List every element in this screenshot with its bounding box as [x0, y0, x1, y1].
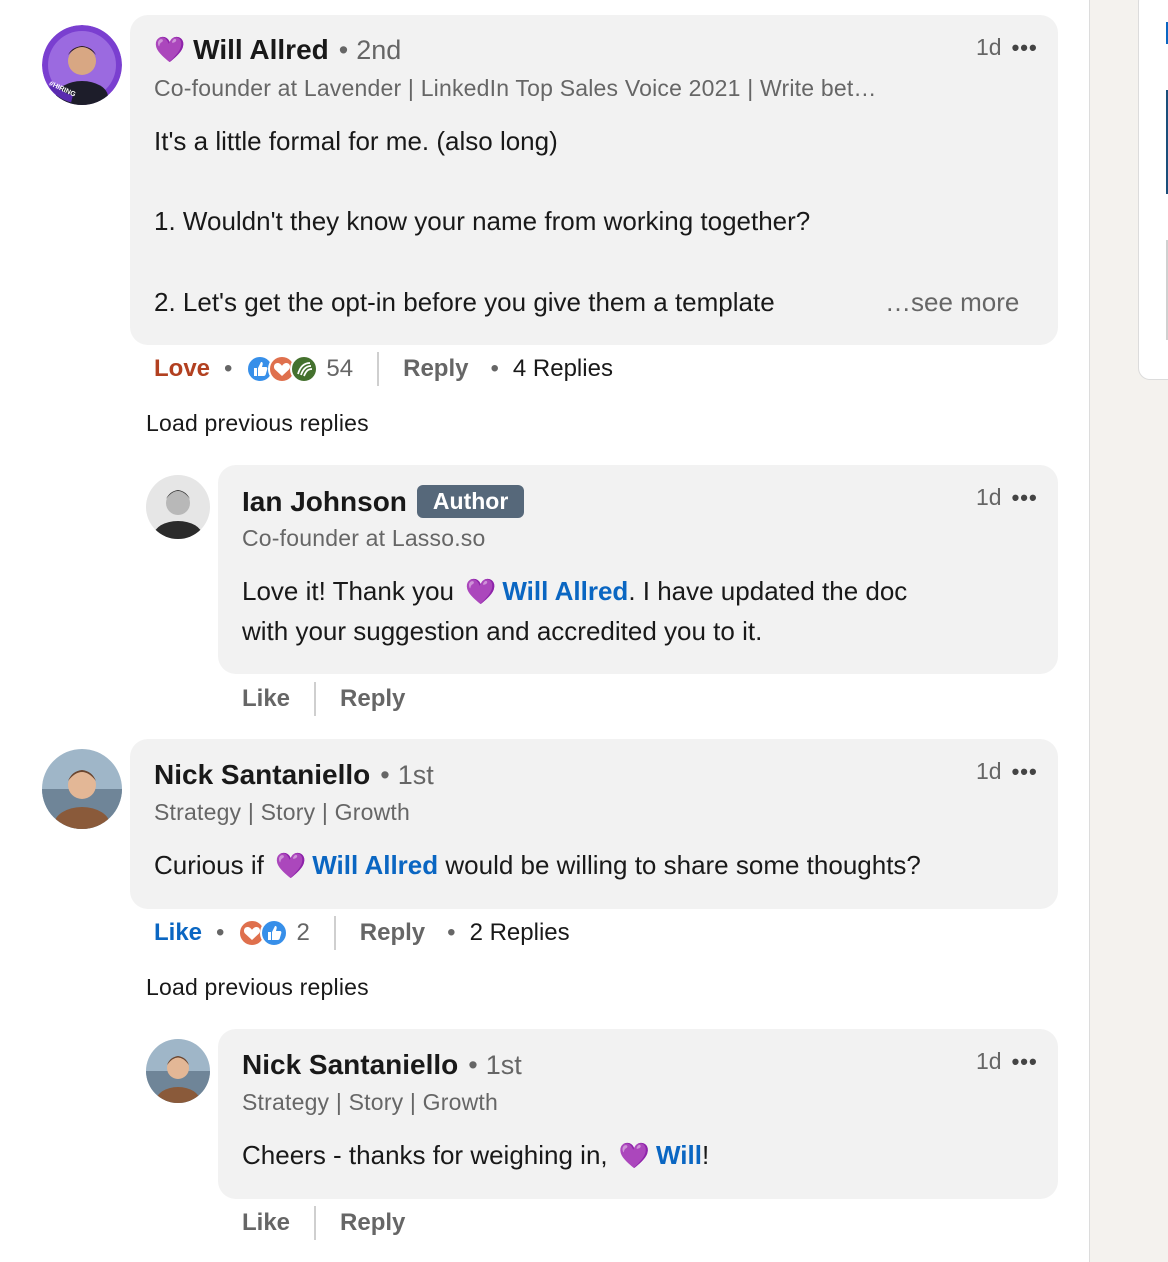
separator-dot: • — [490, 355, 499, 382]
author-badge: Author — [416, 485, 525, 518]
reply-text-rest: ! — [701, 1140, 710, 1170]
replies-count[interactable]: 4 Replies — [513, 355, 613, 383]
reply-text-start: Cheers - thanks for weighing in, — [242, 1140, 608, 1170]
author-name[interactable]: Will Allred — [193, 34, 329, 66]
comment-actions: Love • 54 Reply • 4 Replies — [154, 349, 613, 389]
like-button[interactable]: Like — [242, 685, 290, 713]
reaction-count[interactable]: 2 — [296, 919, 309, 947]
author-headline: Strategy | Story | Growth — [242, 1089, 498, 1115]
reply-text: Cheers - thanks for weighing in, 💜 Will! — [242, 1135, 709, 1176]
love-reaction-button[interactable]: Love — [154, 355, 210, 383]
connection-degree: • 1st — [380, 760, 433, 791]
mention-link[interactable]: Will — [656, 1140, 702, 1170]
mention-link[interactable]: Will Allred — [502, 576, 628, 606]
separator-dot: • — [224, 355, 233, 382]
reply-text-rest: . I have updated the doc — [628, 576, 908, 606]
comment-text-start: Curious if — [154, 850, 264, 880]
comment-author-line: Nick Santaniello • 1st — [154, 759, 434, 791]
load-previous-replies-button[interactable]: Load previous replies — [146, 410, 369, 437]
degree-dot: • — [338, 34, 349, 65]
reply-actions: Like Reply — [242, 679, 405, 719]
comment-time: 1d — [976, 34, 1002, 60]
more-options-icon[interactable]: ••• — [1012, 759, 1038, 785]
reaction-icons[interactable] — [238, 919, 289, 947]
author-headline: Strategy | Story | Growth — [154, 799, 410, 825]
reply-button[interactable]: Reply — [340, 1209, 405, 1237]
action-divider — [333, 916, 336, 950]
reaction-icons[interactable] — [246, 355, 319, 383]
purple-heart-icon: 💜 — [465, 578, 497, 606]
action-divider — [377, 352, 380, 386]
comments-panel: #HIRING 💜 Will Allred • 2nd 1d ••• Co-fou… — [0, 0, 1090, 1262]
purple-heart-icon: 💜 — [618, 1142, 650, 1170]
reply-author-line: Nick Santaniello • 1st — [242, 1049, 522, 1081]
action-divider — [314, 1206, 317, 1240]
comment-text-line-1: It's a little formal for me. (also long) — [154, 126, 558, 156]
comment-time: 1d — [976, 1048, 1002, 1074]
replies-count[interactable]: 2 Replies — [470, 919, 570, 947]
like-reaction-icon — [260, 919, 289, 947]
comment-meta: 1d ••• — [976, 34, 1038, 61]
separator-dot: • — [447, 919, 456, 946]
reply-text-line-2: with your suggestion and accredited you … — [242, 616, 763, 646]
degree-label: 1st — [397, 759, 434, 790]
like-button[interactable]: Like — [154, 919, 202, 947]
reply-button[interactable]: Reply — [340, 685, 405, 713]
separator-dot: • — [216, 919, 225, 946]
action-divider — [314, 682, 317, 716]
degree-dot: • — [468, 1049, 478, 1080]
comment-time: 1d — [976, 758, 1002, 784]
comment-text-line-3: 2. Let's get the opt-in before you give … — [154, 287, 775, 317]
author-name[interactable]: Ian Johnson — [242, 486, 407, 518]
comment-author-line: 💜 Will Allred • 2nd — [154, 34, 401, 66]
author-name[interactable]: Nick Santaniello — [242, 1049, 458, 1081]
purple-heart-icon: 💜 — [154, 35, 186, 64]
reaction-count[interactable]: 54 — [326, 355, 353, 383]
avatar-ian-johnson[interactable] — [146, 475, 210, 539]
degree-label: 1st — [485, 1049, 522, 1080]
connection-degree: • 1st — [468, 1050, 521, 1081]
comment-text: Curious if 💜 Will Allred would be willing… — [154, 845, 921, 886]
reply-author-line: Ian Johnson Author — [242, 485, 525, 518]
avatar-nick-santaniello[interactable] — [42, 749, 122, 829]
comment-text-rest: would be willing to share some thoughts? — [445, 850, 921, 880]
reply-button[interactable]: Reply — [403, 355, 468, 383]
more-options-icon[interactable]: ••• — [1012, 35, 1038, 61]
load-previous-replies-button[interactable]: Load previous replies — [146, 974, 369, 1001]
reply-meta: 1d ••• — [976, 484, 1038, 511]
degree-dot: • — [380, 759, 390, 790]
reply-text: Love it! Thank you — [242, 576, 454, 606]
avatar-will-allred[interactable] — [42, 25, 122, 105]
connection-degree: • 2nd — [339, 35, 402, 66]
reply-text-line-1: Love it! Thank you 💜 Will Allred. I have … — [242, 571, 907, 612]
comment-actions: Like • 2 Reply • 2 Replies — [154, 913, 570, 953]
author-name[interactable]: Nick Santaniello — [154, 759, 370, 791]
like-button[interactable]: Like — [242, 1209, 290, 1237]
support-reaction-icon — [290, 355, 319, 383]
author-headline: Co-founder at Lasso.so — [242, 525, 486, 551]
reply-button[interactable]: Reply — [360, 919, 425, 947]
more-options-icon[interactable]: ••• — [1012, 485, 1038, 511]
avatar-nick-santaniello[interactable] — [146, 1039, 210, 1103]
comment-text-line-2: 1. Wouldn't they know your name from wor… — [154, 206, 811, 236]
author-headline: Co-founder at Lavender | LinkedIn Top Sa… — [154, 75, 877, 101]
comment-time: 1d — [976, 484, 1002, 510]
right-sidebar-card — [1138, 0, 1168, 380]
reply-actions: Like Reply — [242, 1203, 405, 1243]
more-options-icon[interactable]: ••• — [1012, 1049, 1038, 1075]
see-more-link[interactable]: …see more — [885, 282, 1019, 322]
purple-heart-icon: 💜 — [275, 852, 307, 880]
degree-label: 2nd — [356, 34, 402, 65]
reply-meta: 1d ••• — [976, 1048, 1038, 1075]
comment-meta: 1d ••• — [976, 758, 1038, 785]
mention-link[interactable]: Will Allred — [312, 850, 438, 880]
